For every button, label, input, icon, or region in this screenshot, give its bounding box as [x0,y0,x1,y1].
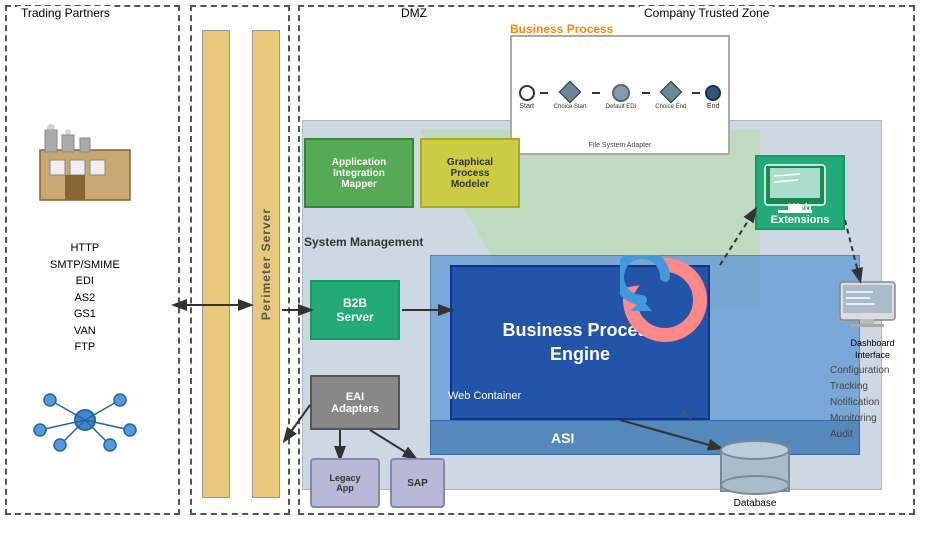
trading-partner-network-icon [30,380,140,473]
config-text-block: Configuration Tracking Notification Moni… [830,363,889,443]
config-item-1: Tracking [830,379,889,395]
wf-end: End [705,85,721,110]
protocol-smtp: SMTP/SMIME [50,257,120,274]
dmz-bar [202,30,230,498]
protocol-as2: AS2 [50,290,120,307]
wf-start: Start [519,85,535,110]
perimeter-server-bar: Perimeter Server [252,30,280,498]
perimeter-server-label: Perimeter Server [259,208,273,320]
wf-default-edi: Default EDI [606,84,637,110]
b2b-server-box: B2B Server [310,280,400,340]
trading-partners-label: Trading Partners [17,6,114,20]
protocol-van: VAN [50,323,120,340]
system-management-label: System Management [304,235,423,249]
wf-choice-start: Choice Start [554,84,587,110]
asi-label: ASI [551,430,574,446]
web-container-label: Web Container [448,390,521,402]
asi-bar: ASI [430,420,860,455]
cycle-arrows-icon [620,255,710,345]
config-item-4: Audit [830,427,889,443]
config-item-0: Configuration [830,363,889,379]
trading-partner-building-icon [30,120,140,213]
legacy-app-box: Legacy App [310,458,380,508]
business-process-label: Business Process [510,22,613,36]
gpm-text: Graphical Process Modeler [447,157,493,190]
config-item-3: Monitoring [830,411,889,427]
protocol-http: HTTP [50,240,120,257]
database-cylinder: Database [720,440,790,495]
sap-text: SAP [407,478,428,489]
aim-text: Application Integration Mapper [332,157,386,190]
eai-adapters-box: EAI Adapters [310,375,400,430]
file-system-adapter-label: File System Adapter [589,142,652,149]
protocol-list: HTTP SMTP/SMIME EDI AS2 GS1 VAN FTP [50,240,120,356]
legacy-text: Legacy App [329,473,360,493]
business-process-box: Start Choice Start Default EDI Choice En… [510,35,730,155]
eai-text: EAI Adapters [331,391,379,415]
database-label: Database [734,498,777,509]
application-integration-mapper-box: Application Integration Mapper [304,138,414,208]
protocol-edi: EDI [50,273,120,290]
web-extensions-box: Web Extensions [755,155,845,230]
dashboard-interface-area: Dashboard Interface [835,280,910,361]
b2b-text: B2B Server [336,296,373,324]
architecture-diagram: Trading Partners DMZ Company Trusted Zon… [0,0,925,543]
sap-box: SAP [390,458,445,508]
protocol-ftp: FTP [50,339,120,356]
trusted-label: Company Trusted Zone [640,6,773,20]
graphical-process-modeler-box: Graphical Process Modeler [420,138,520,208]
wf-choice-end: Choice End [655,84,686,110]
config-item-2: Notification [830,395,889,411]
protocol-gs1: GS1 [50,306,120,323]
dashboard-label: Dashboard Interface [835,338,910,361]
we-text: Web Extensions [757,202,843,226]
